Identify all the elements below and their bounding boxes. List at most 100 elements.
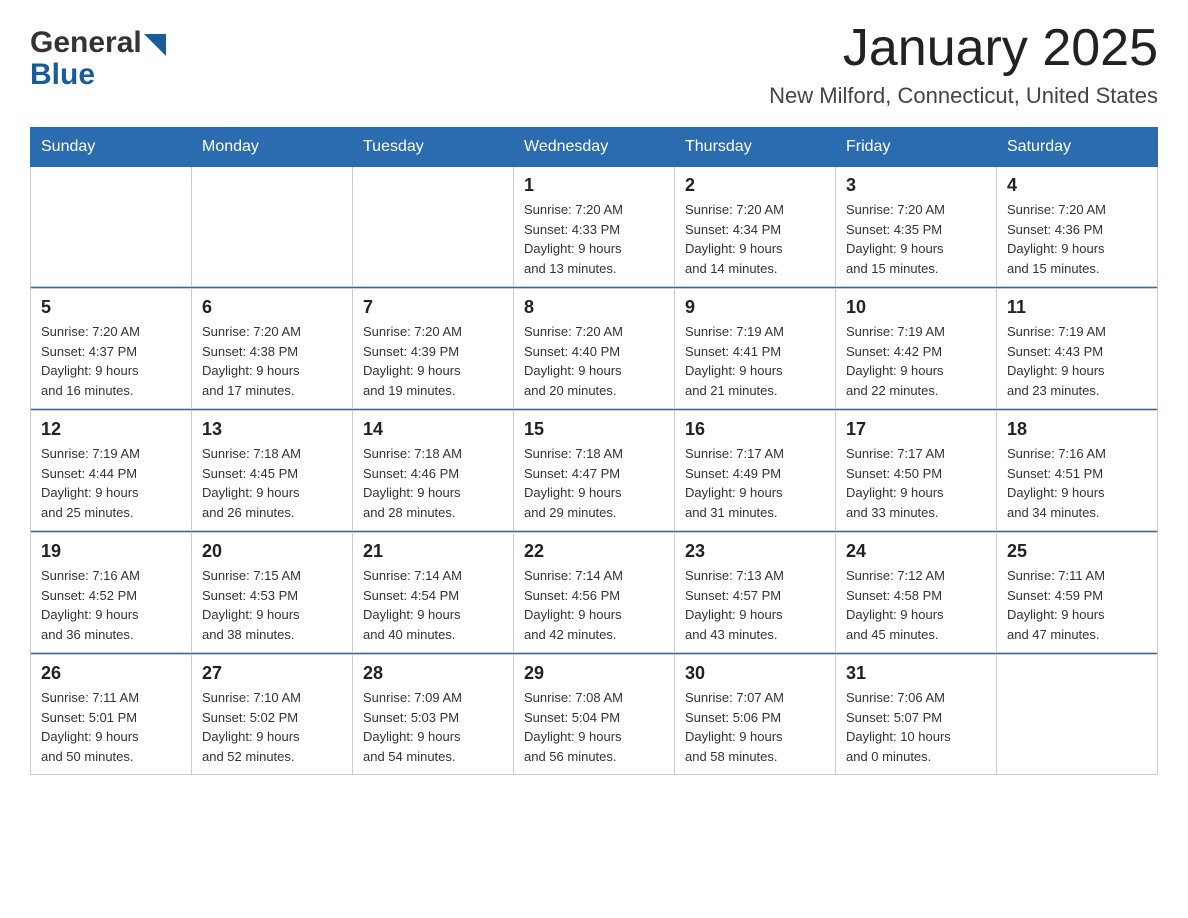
day-number: 4 xyxy=(1007,175,1147,196)
day-number: 20 xyxy=(202,541,342,562)
logo-general-text: General xyxy=(30,28,142,58)
page-subtitle: New Milford, Connecticut, United States xyxy=(769,83,1158,109)
day-info: Sunrise: 7:18 AM Sunset: 4:46 PM Dayligh… xyxy=(363,444,503,522)
day-number: 29 xyxy=(524,663,664,684)
logo: General Blue xyxy=(30,28,166,92)
day-number: 13 xyxy=(202,419,342,440)
day-number: 8 xyxy=(524,297,664,318)
day-info: Sunrise: 7:18 AM Sunset: 4:47 PM Dayligh… xyxy=(524,444,664,522)
calendar-cell: 13 Sunrise: 7:18 AM Sunset: 4:45 PM Dayli… xyxy=(192,411,353,531)
calendar-header-sunday: Sunday xyxy=(31,128,192,167)
calendar-cell: 25 Sunrise: 7:11 AM Sunset: 4:59 PM Dayli… xyxy=(997,533,1158,653)
day-info: Sunrise: 7:08 AM Sunset: 5:04 PM Dayligh… xyxy=(524,688,664,766)
calendar-cell: 7Sunrise: 7:20 AM Sunset: 4:39 PM Daylig… xyxy=(353,289,514,409)
day-number: 5 xyxy=(41,297,181,318)
calendar-cell: 19 Sunrise: 7:16 AM Sunset: 4:52 PM Dayli… xyxy=(31,533,192,653)
day-info: Sunrise: 7:12 AM Sunset: 4:58 PM Dayligh… xyxy=(846,566,986,644)
calendar-cell: 3 Sunrise: 7:20 AM Sunset: 4:35 PM Daylig… xyxy=(836,167,997,287)
calendar-cell: 15 Sunrise: 7:18 AM Sunset: 4:47 PM Dayli… xyxy=(514,411,675,531)
day-info: Sunrise: 7:16 AM Sunset: 4:52 PM Dayligh… xyxy=(41,566,181,644)
calendar-cell: 31Sunrise: 7:06 AM Sunset: 5:07 PM Dayli… xyxy=(836,655,997,775)
calendar-cell: 27Sunrise: 7:10 AM Sunset: 5:02 PM Dayli… xyxy=(192,655,353,775)
day-number: 23 xyxy=(685,541,825,562)
day-number: 19 xyxy=(41,541,181,562)
day-info: Sunrise: 7:11 AM Sunset: 4:59 PM Dayligh… xyxy=(1007,566,1147,644)
day-number: 3 xyxy=(846,175,986,196)
header: General Blue January 2025 New Milford, C… xyxy=(30,20,1158,109)
day-info: Sunrise: 7:14 AM Sunset: 4:54 PM Dayligh… xyxy=(363,566,503,644)
day-info: Sunrise: 7:20 AM Sunset: 4:40 PM Dayligh… xyxy=(524,322,664,400)
calendar-cell: 5 Sunrise: 7:20 AM Sunset: 4:37 PM Daylig… xyxy=(31,289,192,409)
day-number: 14 xyxy=(363,419,503,440)
day-info: Sunrise: 7:06 AM Sunset: 5:07 PM Dayligh… xyxy=(846,688,986,766)
calendar-cell xyxy=(192,167,353,287)
calendar-cell: 26 Sunrise: 7:11 AM Sunset: 5:01 PM Dayli… xyxy=(31,655,192,775)
calendar-cell: 9 Sunrise: 7:19 AM Sunset: 4:41 PM Daylig… xyxy=(675,289,836,409)
day-info: Sunrise: 7:11 AM Sunset: 5:01 PM Dayligh… xyxy=(41,688,181,766)
day-number: 21 xyxy=(363,541,503,562)
calendar-cell: 16 Sunrise: 7:17 AM Sunset: 4:49 PM Dayli… xyxy=(675,411,836,531)
day-number: 6 xyxy=(202,297,342,318)
day-number: 26 xyxy=(41,663,181,684)
day-info: Sunrise: 7:20 AM Sunset: 4:37 PM Dayligh… xyxy=(41,322,181,400)
calendar-cell: 1Sunrise: 7:20 AM Sunset: 4:33 PM Daylig… xyxy=(514,167,675,287)
day-info: Sunrise: 7:10 AM Sunset: 5:02 PM Dayligh… xyxy=(202,688,342,766)
day-info: Sunrise: 7:07 AM Sunset: 5:06 PM Dayligh… xyxy=(685,688,825,766)
calendar-week-row: 19 Sunrise: 7:16 AM Sunset: 4:52 PM Dayli… xyxy=(31,533,1158,653)
calendar-cell xyxy=(353,167,514,287)
calendar-week-row: 26 Sunrise: 7:11 AM Sunset: 5:01 PM Dayli… xyxy=(31,655,1158,775)
calendar-cell: 24 Sunrise: 7:12 AM Sunset: 4:58 PM Dayli… xyxy=(836,533,997,653)
day-number: 30 xyxy=(685,663,825,684)
calendar-header-monday: Monday xyxy=(192,128,353,167)
title-area: January 2025 New Milford, Connecticut, U… xyxy=(769,20,1158,109)
logo-blue-text: Blue xyxy=(30,58,95,92)
day-info: Sunrise: 7:19 AM Sunset: 4:43 PM Dayligh… xyxy=(1007,322,1147,400)
day-info: Sunrise: 7:18 AM Sunset: 4:45 PM Dayligh… xyxy=(202,444,342,522)
day-info: Sunrise: 7:16 AM Sunset: 4:51 PM Dayligh… xyxy=(1007,444,1147,522)
day-info: Sunrise: 7:20 AM Sunset: 4:34 PM Dayligh… xyxy=(685,200,825,278)
calendar-cell: 14 Sunrise: 7:18 AM Sunset: 4:46 PM Dayli… xyxy=(353,411,514,531)
day-info: Sunrise: 7:20 AM Sunset: 4:33 PM Dayligh… xyxy=(524,200,664,278)
calendar-cell: 22Sunrise: 7:14 AM Sunset: 4:56 PM Dayli… xyxy=(514,533,675,653)
calendar-cell: 30 Sunrise: 7:07 AM Sunset: 5:06 PM Dayli… xyxy=(675,655,836,775)
calendar-cell xyxy=(31,167,192,287)
day-number: 28 xyxy=(363,663,503,684)
day-info: Sunrise: 7:20 AM Sunset: 4:39 PM Dayligh… xyxy=(363,322,503,400)
day-number: 10 xyxy=(846,297,986,318)
calendar-week-row: 1Sunrise: 7:20 AM Sunset: 4:33 PM Daylig… xyxy=(31,167,1158,287)
day-number: 15 xyxy=(524,419,664,440)
day-info: Sunrise: 7:20 AM Sunset: 4:36 PM Dayligh… xyxy=(1007,200,1147,278)
calendar: SundayMondayTuesdayWednesdayThursdayFrid… xyxy=(30,127,1158,775)
day-number: 25 xyxy=(1007,541,1147,562)
calendar-cell: 4 Sunrise: 7:20 AM Sunset: 4:36 PM Daylig… xyxy=(997,167,1158,287)
day-info: Sunrise: 7:15 AM Sunset: 4:53 PM Dayligh… xyxy=(202,566,342,644)
calendar-week-row: 12Sunrise: 7:19 AM Sunset: 4:44 PM Dayli… xyxy=(31,411,1158,531)
day-info: Sunrise: 7:20 AM Sunset: 4:38 PM Dayligh… xyxy=(202,322,342,400)
day-number: 2 xyxy=(685,175,825,196)
calendar-cell: 28Sunrise: 7:09 AM Sunset: 5:03 PM Dayli… xyxy=(353,655,514,775)
calendar-cell: 6 Sunrise: 7:20 AM Sunset: 4:38 PM Daylig… xyxy=(192,289,353,409)
day-info: Sunrise: 7:20 AM Sunset: 4:35 PM Dayligh… xyxy=(846,200,986,278)
calendar-cell: 18Sunrise: 7:16 AM Sunset: 4:51 PM Dayli… xyxy=(997,411,1158,531)
day-info: Sunrise: 7:19 AM Sunset: 4:42 PM Dayligh… xyxy=(846,322,986,400)
day-info: Sunrise: 7:17 AM Sunset: 4:49 PM Dayligh… xyxy=(685,444,825,522)
day-number: 9 xyxy=(685,297,825,318)
calendar-header-wednesday: Wednesday xyxy=(514,128,675,167)
calendar-cell: 2 Sunrise: 7:20 AM Sunset: 4:34 PM Daylig… xyxy=(675,167,836,287)
calendar-cell: 10 Sunrise: 7:19 AM Sunset: 4:42 PM Dayli… xyxy=(836,289,997,409)
calendar-header-row: SundayMondayTuesdayWednesdayThursdayFrid… xyxy=(31,128,1158,167)
day-number: 24 xyxy=(846,541,986,562)
calendar-cell: 17Sunrise: 7:17 AM Sunset: 4:50 PM Dayli… xyxy=(836,411,997,531)
day-info: Sunrise: 7:13 AM Sunset: 4:57 PM Dayligh… xyxy=(685,566,825,644)
day-info: Sunrise: 7:19 AM Sunset: 4:41 PM Dayligh… xyxy=(685,322,825,400)
day-number: 11 xyxy=(1007,297,1147,318)
calendar-header-friday: Friday xyxy=(836,128,997,167)
calendar-cell: 11 Sunrise: 7:19 AM Sunset: 4:43 PM Dayli… xyxy=(997,289,1158,409)
calendar-week-row: 5 Sunrise: 7:20 AM Sunset: 4:37 PM Daylig… xyxy=(31,289,1158,409)
calendar-cell xyxy=(997,655,1158,775)
calendar-cell: 20 Sunrise: 7:15 AM Sunset: 4:53 PM Dayli… xyxy=(192,533,353,653)
day-number: 16 xyxy=(685,419,825,440)
calendar-header-tuesday: Tuesday xyxy=(353,128,514,167)
day-number: 12 xyxy=(41,419,181,440)
logo-arrow-icon xyxy=(144,34,166,56)
